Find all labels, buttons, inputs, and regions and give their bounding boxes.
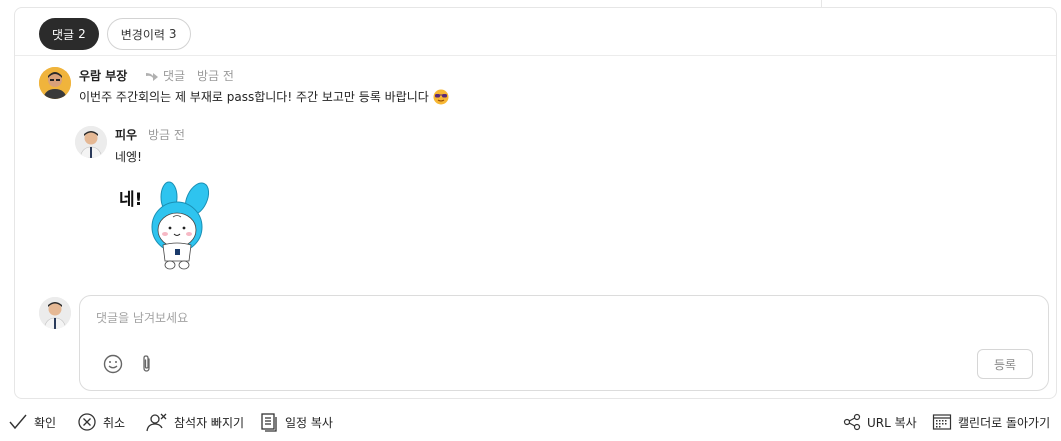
cancel-button[interactable]: 취소	[77, 408, 125, 436]
reply-label: 댓글	[163, 69, 186, 83]
share-icon	[843, 413, 861, 431]
copy-schedule-label: 일정 복사	[285, 415, 333, 430]
reply-author: 피우	[115, 128, 138, 142]
document-copy-icon	[261, 413, 277, 432]
sticker-image: 네!	[119, 179, 219, 271]
back-to-calendar-label: 캘린더로 돌아가기	[958, 415, 1051, 430]
comment-text: 이번주 주간회의는 제 부재로 pass합니다! 주간 보고만 등록 바랍니다	[79, 90, 429, 104]
reply-button[interactable]: 댓글	[145, 67, 185, 84]
confirm-label: 확인	[34, 415, 57, 430]
reply-time: 방금 전	[148, 128, 185, 142]
submit-button[interactable]: 등록	[977, 349, 1033, 379]
calendar-icon	[932, 414, 952, 430]
comment-text-row: 이번주 주간회의는 제 부재로 pass합니다! 주간 보고만 등록 바랍니다	[79, 88, 449, 105]
check-icon	[9, 414, 27, 430]
copy-url-label: URL 복사	[867, 415, 917, 430]
emoji-icon[interactable]	[102, 353, 124, 375]
avatar	[75, 126, 107, 158]
comment-panel: 댓글 2 변경이력 3 우람 부장 댓글 방금 전 이번주 주간회의는 제 부재…	[14, 7, 1057, 399]
tab-comments-count: 2	[78, 27, 86, 41]
back-to-calendar-button[interactable]: 캘린더로 돌아가기	[932, 408, 1050, 436]
tab-comments-label: 댓글	[52, 27, 75, 42]
user-remove-icon	[146, 413, 167, 432]
reply-text: 네엥!	[115, 150, 142, 164]
cancel-label: 취소	[103, 415, 126, 430]
paperclip-icon[interactable]	[136, 353, 158, 375]
leave-attendee-button[interactable]: 참석자 빠지기	[146, 408, 244, 436]
confirm-button[interactable]: 확인	[8, 408, 56, 436]
avatar	[39, 67, 71, 99]
avatar	[39, 297, 71, 329]
tab-divider	[15, 55, 1056, 56]
tab-comments[interactable]: 댓글 2	[39, 18, 99, 50]
copy-url-button[interactable]: URL 복사	[843, 408, 917, 436]
close-circle-icon	[78, 413, 96, 431]
top-divider	[821, 0, 822, 7]
copy-schedule-button[interactable]: 일정 복사	[259, 408, 333, 436]
reply-arrow-icon	[146, 72, 158, 81]
footer-actions: 확인 취소 참석자 빠지기 일정 복사 URL 복사 캘린더로 돌아가기	[0, 408, 1061, 436]
sunglasses-emoji-icon	[433, 89, 449, 104]
sticker-text: 네!	[119, 190, 142, 210]
comment-time: 방금 전	[197, 69, 234, 83]
comment-input-box[interactable]: 댓글을 남겨보세요 등록	[79, 295, 1049, 391]
comment-author: 우람 부장	[79, 69, 128, 83]
leave-attendee-label: 참석자 빠지기	[174, 415, 245, 430]
tab-history-label: 변경이력	[120, 27, 165, 42]
tab-history[interactable]: 변경이력 3	[106, 18, 191, 50]
tab-history-count: 3	[168, 27, 177, 41]
comment-input[interactable]: 댓글을 남겨보세요	[96, 309, 188, 326]
comment-tabs: 댓글 2 변경이력 3	[39, 18, 191, 50]
